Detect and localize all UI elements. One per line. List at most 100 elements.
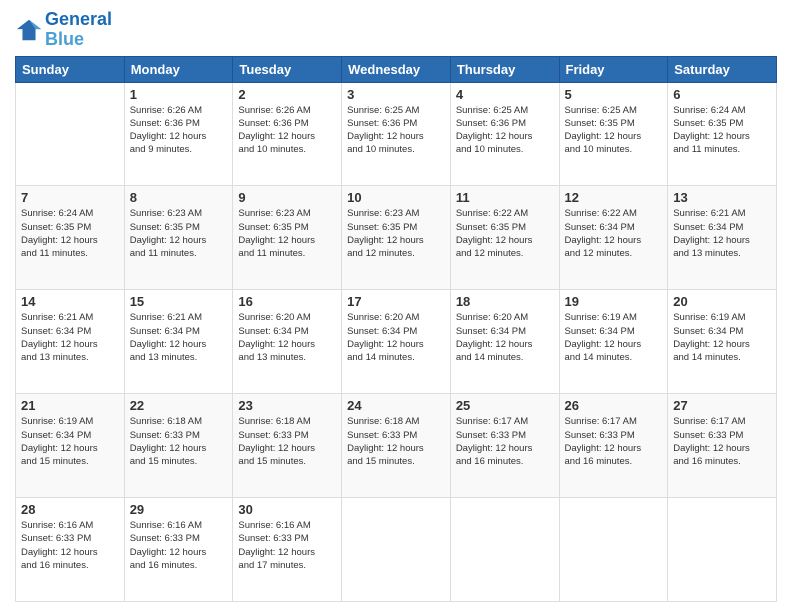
day-number: 21 (21, 398, 119, 413)
day-number: 8 (130, 190, 228, 205)
calendar-cell: 19 Sunrise: 6:19 AM Sunset: 6:34 PM Dayli… (559, 290, 668, 394)
calendar-cell: 15 Sunrise: 6:21 AM Sunset: 6:34 PM Dayli… (124, 290, 233, 394)
calendar-cell: 28Sunrise: 6:16 AM Sunset: 6:33 PM Dayli… (16, 498, 125, 602)
day-number: 23 (238, 398, 336, 413)
day-info: Sunrise: 6:25 AM Sunset: 6:36 PM Dayligh… (347, 104, 445, 157)
day-number: 2 (238, 87, 336, 102)
page: General Blue SundayMondayTuesdayWednesda… (0, 0, 792, 612)
calendar-cell: 14Sunrise: 6:21 AM Sunset: 6:34 PM Dayli… (16, 290, 125, 394)
day-number: 4 (456, 87, 554, 102)
calendar-cell: 18Sunrise: 6:20 AM Sunset: 6:34 PM Dayli… (450, 290, 559, 394)
day-number: 13 (673, 190, 771, 205)
day-info: Sunrise: 6:18 AM Sunset: 6:33 PM Dayligh… (347, 415, 445, 468)
day-info: Sunrise: 6:20 AM Sunset: 6:34 PM Dayligh… (456, 311, 554, 364)
weekday-header-saturday: Saturday (668, 56, 777, 82)
calendar-cell: 24 Sunrise: 6:18 AM Sunset: 6:33 PM Dayli… (342, 394, 451, 498)
calendar-cell: 12 Sunrise: 6:22 AM Sunset: 6:34 PM Dayli… (559, 186, 668, 290)
day-number: 1 (130, 87, 228, 102)
day-info: Sunrise: 6:22 AM Sunset: 6:35 PM Dayligh… (456, 207, 554, 260)
calendar-cell: 9 Sunrise: 6:23 AM Sunset: 6:35 PM Daylig… (233, 186, 342, 290)
day-info: Sunrise: 6:26 AM Sunset: 6:36 PM Dayligh… (238, 104, 336, 157)
weekday-header-row: SundayMondayTuesdayWednesdayThursdayFrid… (16, 56, 777, 82)
day-number: 12 (565, 190, 663, 205)
day-number: 10 (347, 190, 445, 205)
day-info: Sunrise: 6:22 AM Sunset: 6:34 PM Dayligh… (565, 207, 663, 260)
day-info: Sunrise: 6:16 AM Sunset: 6:33 PM Dayligh… (21, 519, 119, 572)
day-number: 29 (130, 502, 228, 517)
day-info: Sunrise: 6:19 AM Sunset: 6:34 PM Dayligh… (565, 311, 663, 364)
calendar-cell: 10 Sunrise: 6:23 AM Sunset: 6:35 PM Dayli… (342, 186, 451, 290)
day-number: 9 (238, 190, 336, 205)
calendar-cell: 7 Sunrise: 6:24 AM Sunset: 6:35 PM Daylig… (16, 186, 125, 290)
calendar-cell: 11 Sunrise: 6:22 AM Sunset: 6:35 PM Dayli… (450, 186, 559, 290)
day-info: Sunrise: 6:23 AM Sunset: 6:35 PM Dayligh… (238, 207, 336, 260)
calendar-cell: 29 Sunrise: 6:16 AM Sunset: 6:33 PM Dayli… (124, 498, 233, 602)
calendar-cell (342, 498, 451, 602)
calendar-week-4: 21 Sunrise: 6:19 AM Sunset: 6:34 PM Dayli… (16, 394, 777, 498)
calendar-cell (559, 498, 668, 602)
logo-icon (15, 16, 43, 44)
weekday-header-thursday: Thursday (450, 56, 559, 82)
calendar-cell: 21 Sunrise: 6:19 AM Sunset: 6:34 PM Dayli… (16, 394, 125, 498)
day-number: 22 (130, 398, 228, 413)
calendar-cell: 6 Sunrise: 6:24 AM Sunset: 6:35 PM Daylig… (668, 82, 777, 186)
day-info: Sunrise: 6:20 AM Sunset: 6:34 PM Dayligh… (347, 311, 445, 364)
calendar-cell: 1Sunrise: 6:26 AM Sunset: 6:36 PM Daylig… (124, 82, 233, 186)
day-number: 11 (456, 190, 554, 205)
calendar-cell: 2 Sunrise: 6:26 AM Sunset: 6:36 PM Daylig… (233, 82, 342, 186)
calendar-week-3: 14Sunrise: 6:21 AM Sunset: 6:34 PM Dayli… (16, 290, 777, 394)
weekday-header-wednesday: Wednesday (342, 56, 451, 82)
calendar-cell (668, 498, 777, 602)
day-info: Sunrise: 6:16 AM Sunset: 6:33 PM Dayligh… (130, 519, 228, 572)
calendar-table: SundayMondayTuesdayWednesdayThursdayFrid… (15, 56, 777, 602)
logo: General Blue (15, 10, 112, 50)
day-number: 27 (673, 398, 771, 413)
calendar-cell: 30Sunrise: 6:16 AM Sunset: 6:33 PM Dayli… (233, 498, 342, 602)
calendar-cell (450, 498, 559, 602)
calendar-week-5: 28Sunrise: 6:16 AM Sunset: 6:33 PM Dayli… (16, 498, 777, 602)
calendar-week-1: 1 Sunrise: 6:26 AM Sunset: 6:36 PM Daylig… (16, 82, 777, 186)
weekday-header-sunday: Sunday (16, 56, 125, 82)
day-number: 3 (347, 87, 445, 102)
day-info: Sunrise: 6:23 AM Sunset: 6:35 PM Dayligh… (130, 207, 228, 260)
day-info: Sunrise: 6:17 AM Sunset: 6:33 PM Dayligh… (456, 415, 554, 468)
day-number: 15 (130, 294, 228, 309)
calendar-cell: 27 Sunrise: 6:17 AM Sunset: 6:33 PM Dayli… (668, 394, 777, 498)
day-info: Sunrise: 6:18 AM Sunset: 6:33 PM Dayligh… (238, 415, 336, 468)
header: General Blue (15, 10, 777, 50)
day-info: Sunrise: 6:21 AM Sunset: 6:34 PM Dayligh… (130, 311, 228, 364)
day-info: Sunrise: 6:24 AM Sunset: 6:35 PM Dayligh… (673, 104, 771, 157)
calendar-cell: 8 Sunrise: 6:23 AM Sunset: 6:35 PM Daylig… (124, 186, 233, 290)
day-info: Sunrise: 6:19 AM Sunset: 6:34 PM Dayligh… (673, 311, 771, 364)
day-info: Sunrise: 6:21 AM Sunset: 6:34 PM Dayligh… (673, 207, 771, 260)
day-info: Sunrise: 6:20 AM Sunset: 6:34 PM Dayligh… (238, 311, 336, 364)
day-number: 30 (238, 502, 336, 517)
day-info: Sunrise: 6:25 AM Sunset: 6:36 PM Dayligh… (456, 104, 554, 157)
calendar-cell: 22 Sunrise: 6:18 AM Sunset: 6:33 PM Dayli… (124, 394, 233, 498)
calendar-cell: 3 Sunrise: 6:25 AM Sunset: 6:36 PM Daylig… (342, 82, 451, 186)
day-number: 17 (347, 294, 445, 309)
day-info: Sunrise: 6:23 AM Sunset: 6:35 PM Dayligh… (347, 207, 445, 260)
day-number: 25 (456, 398, 554, 413)
day-info: Sunrise: 6:17 AM Sunset: 6:33 PM Dayligh… (673, 415, 771, 468)
day-info: Sunrise: 6:25 AM Sunset: 6:35 PM Dayligh… (565, 104, 663, 157)
calendar-cell: 23 Sunrise: 6:18 AM Sunset: 6:33 PM Dayli… (233, 394, 342, 498)
weekday-header-tuesday: Tuesday (233, 56, 342, 82)
day-info: Sunrise: 6:18 AM Sunset: 6:33 PM Dayligh… (130, 415, 228, 468)
logo-text: General (45, 10, 112, 30)
day-info: Sunrise: 6:24 AM Sunset: 6:35 PM Dayligh… (21, 207, 119, 260)
calendar-cell: 26Sunrise: 6:17 AM Sunset: 6:33 PM Dayli… (559, 394, 668, 498)
calendar-week-2: 7 Sunrise: 6:24 AM Sunset: 6:35 PM Daylig… (16, 186, 777, 290)
day-info: Sunrise: 6:21 AM Sunset: 6:34 PM Dayligh… (21, 311, 119, 364)
day-number: 6 (673, 87, 771, 102)
day-number: 20 (673, 294, 771, 309)
day-info: Sunrise: 6:19 AM Sunset: 6:34 PM Dayligh… (21, 415, 119, 468)
calendar-cell: 5Sunrise: 6:25 AM Sunset: 6:35 PM Daylig… (559, 82, 668, 186)
weekday-header-friday: Friday (559, 56, 668, 82)
day-number: 19 (565, 294, 663, 309)
calendar-cell: 25 Sunrise: 6:17 AM Sunset: 6:33 PM Dayli… (450, 394, 559, 498)
calendar-cell: 17 Sunrise: 6:20 AM Sunset: 6:34 PM Dayli… (342, 290, 451, 394)
calendar-cell: 16Sunrise: 6:20 AM Sunset: 6:34 PM Dayli… (233, 290, 342, 394)
day-number: 24 (347, 398, 445, 413)
day-number: 7 (21, 190, 119, 205)
